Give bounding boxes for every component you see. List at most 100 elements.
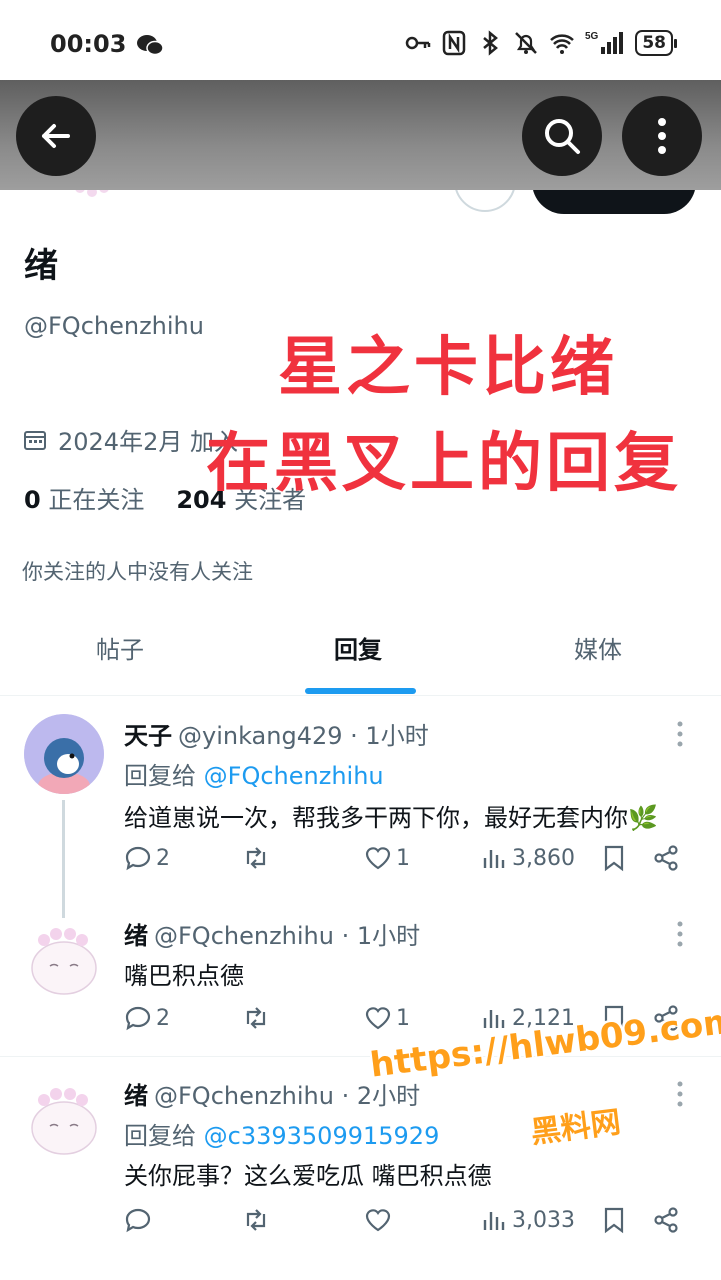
tweet-text: 给道崽说一次，帮我多干两下你，最好无套内你🌿: [124, 804, 658, 832]
status-time: 00:03: [50, 30, 127, 58]
share-button[interactable]: [652, 844, 680, 872]
retweet-icon: [246, 1007, 266, 1029]
reply-button[interactable]: 2: [124, 844, 170, 872]
reply-prefix: 回复给: [124, 1122, 204, 1150]
bookmark-icon: [604, 845, 624, 872]
retweet-icon: [246, 1209, 266, 1231]
tab-posts[interactable]: 帖子: [96, 630, 144, 665]
more-horizontal-icon[interactable]: [674, 1080, 686, 1108]
comment-icon: [125, 1208, 151, 1233]
bookmark-button[interactable]: [600, 1206, 628, 1234]
more-horizontal-icon[interactable]: [674, 920, 686, 948]
heart-icon: [365, 1209, 391, 1232]
tweet-text: 关你屁事？这么爱吃瓜 嘴巴积点德: [124, 1162, 492, 1190]
more-horizontal-icon[interactable]: [674, 720, 686, 748]
heart-icon: [365, 1007, 391, 1030]
tweet-header: 天子 @yinkang429 · 1小时: [124, 716, 429, 751]
following-link[interactable]: 0 正在关注: [24, 480, 144, 515]
views-count: 3,860: [512, 845, 575, 871]
comment-icon: [125, 1006, 151, 1031]
watermark-name: 黑料网: [528, 1104, 623, 1151]
tweet-actions: 2 1 3,860: [124, 844, 694, 880]
following-count: 0: [24, 486, 41, 514]
tweet-time: · 1小时: [341, 922, 421, 950]
share-icon: [654, 845, 678, 871]
reply-count: 2: [156, 845, 170, 871]
retweet-button[interactable]: [242, 844, 274, 872]
heart-icon: [365, 847, 391, 870]
reply-button[interactable]: 2: [124, 1004, 170, 1032]
more-vertical-icon: [658, 118, 666, 154]
retweet-button[interactable]: [242, 1004, 274, 1032]
status-icons: 5G 58: [405, 30, 677, 56]
author-name[interactable]: 绪: [124, 1082, 148, 1110]
retweet-button[interactable]: [242, 1206, 274, 1234]
top-app-bar: [0, 80, 721, 190]
like-button[interactable]: 1: [364, 1004, 410, 1032]
like-button[interactable]: 1: [364, 844, 410, 872]
author-handle[interactable]: @yinkang429: [178, 722, 343, 750]
tweet-actions: 3,033: [124, 1206, 694, 1242]
reply-context: 回复给 @c3393509915929: [124, 1116, 439, 1151]
thread-line: [62, 800, 65, 918]
avatar[interactable]: [24, 714, 104, 794]
tweet-header: 绪 @FQchenzhihu · 1小时: [124, 916, 420, 951]
signal-5g-icon: 5G: [585, 31, 624, 54]
views-button[interactable]: 3,860: [480, 844, 575, 872]
reply-context: 回复给 @FQchenzhihu: [124, 756, 384, 791]
reply-mention[interactable]: @c3393509915929: [204, 1122, 440, 1150]
tab-media[interactable]: 媒体: [574, 630, 622, 665]
views-chart-icon: [483, 1212, 505, 1230]
wechat-icon: [137, 35, 164, 56]
profile-handle: @FQchenzhihu: [24, 312, 204, 340]
avatar[interactable]: [24, 1078, 104, 1158]
tweet-time: · 2小时: [341, 1082, 421, 1110]
author-handle[interactable]: @FQchenzhihu: [154, 1082, 334, 1110]
like-button[interactable]: [364, 1206, 396, 1234]
svg-text:5G: 5G: [585, 31, 599, 42]
views-count: 3,033: [512, 1207, 575, 1233]
search-icon: [545, 119, 580, 154]
retweet-icon: [246, 847, 266, 869]
search-button[interactable]: [522, 96, 602, 176]
profile-tabs: 帖子 回复 媒体: [0, 612, 721, 696]
bookmark-button[interactable]: [600, 844, 628, 872]
mute-icon: [515, 32, 538, 54]
share-icon: [654, 1207, 678, 1233]
nfc-icon: [443, 30, 466, 56]
share-button[interactable]: [652, 1206, 680, 1234]
avatar[interactable]: [24, 918, 104, 998]
calendar-icon: [24, 430, 46, 450]
bookmark-icon: [604, 1207, 624, 1234]
tweet-time: · 1小时: [350, 722, 429, 750]
tweet-text: 嘴巴积点德: [124, 962, 244, 990]
wifi-icon: [550, 34, 575, 54]
views-chart-icon: [483, 1010, 505, 1028]
reply-mention[interactable]: @FQchenzhihu: [204, 762, 384, 790]
comment-icon: [125, 846, 151, 871]
status-bar: 00:03 5G 58: [0, 0, 721, 80]
bluetooth-icon: [483, 30, 499, 56]
overlay-caption-line1: 星之卡比绪: [278, 331, 618, 405]
author-name[interactable]: 天子: [124, 722, 172, 750]
battery-indicator: 58: [635, 30, 677, 56]
like-count: 1: [396, 845, 410, 871]
like-count: 1: [396, 1005, 410, 1031]
back-button[interactable]: [16, 96, 96, 176]
views-chart-icon: [483, 850, 505, 868]
author-handle[interactable]: @FQchenzhihu: [154, 922, 334, 950]
reply-button[interactable]: [124, 1206, 156, 1234]
followed-by-note: 你关注的人中没有人关注: [22, 560, 253, 584]
arrow-left-icon: [42, 124, 70, 148]
key-icon: [406, 36, 431, 50]
overlay-caption-line2: 在黑叉上的回复: [206, 427, 682, 501]
profile-name: 绪: [24, 246, 58, 286]
active-tab-indicator: [305, 688, 416, 694]
author-name[interactable]: 绪: [124, 922, 148, 950]
views-button[interactable]: 3,033: [480, 1206, 575, 1234]
following-label: 正在关注: [48, 486, 145, 514]
tab-replies[interactable]: 回复: [334, 630, 382, 665]
reply-count: 2: [156, 1005, 170, 1031]
more-button[interactable]: [622, 96, 702, 176]
reply-prefix: 回复给: [124, 762, 204, 790]
